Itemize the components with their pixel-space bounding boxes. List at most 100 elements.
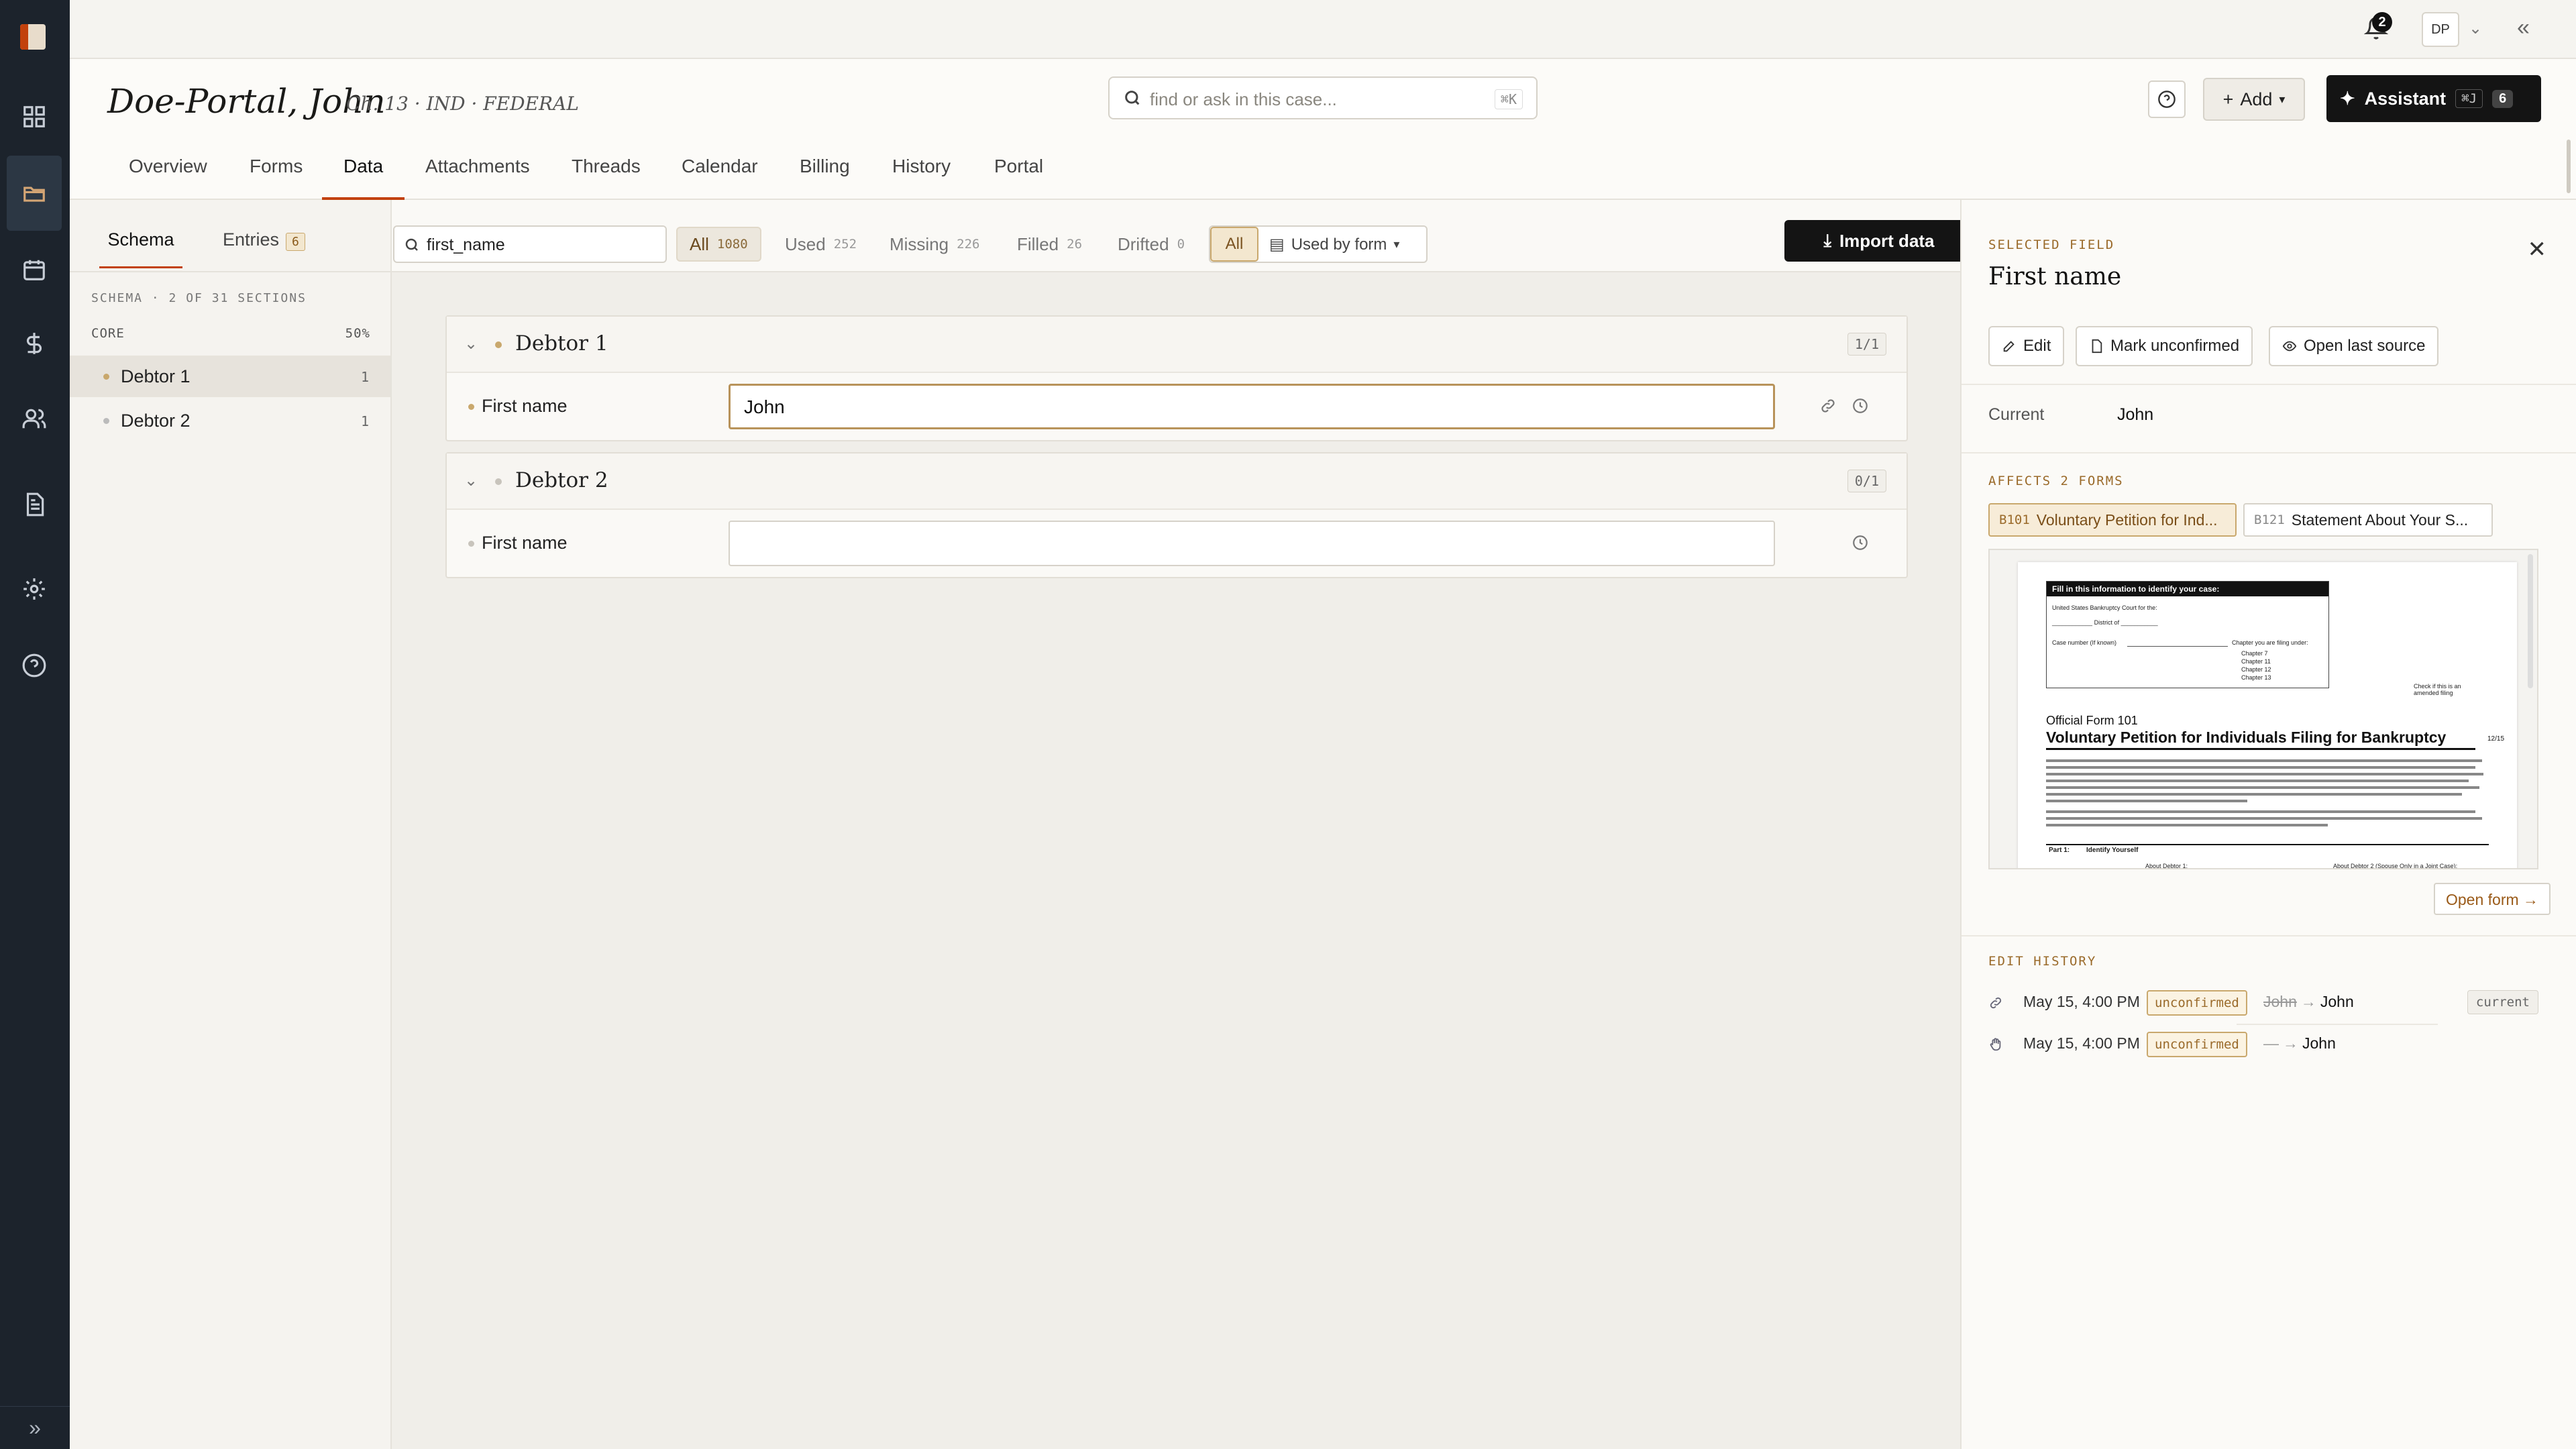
chevron-down-icon[interactable]: ⌄ — [464, 471, 478, 490]
scope-by-form-button[interactable]: ▤ Used by form ▾ — [1269, 235, 1399, 254]
section-item-debtor-2[interactable]: Debtor 2 1 — [70, 400, 390, 441]
preview-scrollbar[interactable] — [2528, 554, 2533, 688]
section-card-debtor-1: ⌄ Debtor 1 1/1 First name John — [445, 315, 1908, 441]
history-new-value: John — [2320, 993, 2354, 1010]
tab-portal[interactable]: Portal — [994, 156, 1043, 200]
history-status-badge: unconfirmed — [2147, 990, 2247, 1016]
case-title: Doe-Portal, John — [107, 82, 386, 121]
filter-chip-missing[interactable]: Missing 226 — [877, 227, 991, 262]
field-value-input[interactable] — [729, 521, 1775, 566]
sparkle-icon: ✦ — [2340, 88, 2355, 109]
status-dot — [495, 341, 502, 348]
text-line — [2046, 817, 2482, 820]
preview-chapter-12: Chapter 12 — [2241, 666, 2271, 673]
subtab-entries[interactable]: Entries 6 — [223, 229, 305, 251]
chip-count: 1080 — [716, 237, 748, 252]
cases-folder-icon[interactable] — [7, 156, 62, 231]
scope-all-button[interactable]: All — [1210, 227, 1258, 262]
section-item-debtor-1[interactable]: Debtor 1 1 — [70, 356, 390, 397]
selected-field-caption: SELECTED FIELD — [1988, 237, 2115, 252]
help-button[interactable] — [2148, 80, 2186, 118]
tab-threads[interactable]: Threads — [572, 156, 641, 200]
user-avatar[interactable]: DP — [2422, 12, 2459, 47]
schema-caption: SCHEMA · 2 OF 31 SECTIONS — [91, 291, 307, 305]
chip-count: 0 — [1177, 237, 1185, 252]
preview-col-2: About Debtor 2 (Spouse Only in a Joint C… — [2333, 863, 2458, 869]
preview-box-header: Fill in this information to identify you… — [2047, 582, 2328, 596]
field-search[interactable] — [393, 225, 667, 263]
form-code: B121 — [2254, 513, 2285, 527]
rule — [2127, 646, 2228, 647]
page-scrollbar[interactable] — [2567, 140, 2571, 193]
mark-unconfirmed-label: Mark unconfirmed — [2110, 337, 2240, 355]
case-info-box: Fill in this information to identify you… — [2046, 581, 2329, 688]
chevron-down-icon[interactable]: ⌄ — [464, 334, 478, 354]
text-line — [2046, 759, 2482, 762]
tab-overview[interactable]: Overview — [129, 156, 207, 200]
form-preview[interactable]: Fill in this information to identify you… — [1988, 549, 2538, 869]
filter-chip-filled[interactable]: Filled 26 — [1005, 227, 1094, 262]
field-row: First name — [447, 510, 1907, 577]
link-icon[interactable] — [1819, 397, 1838, 416]
edit-label: Edit — [2023, 337, 2051, 355]
edit-button[interactable]: Edit — [1988, 326, 2065, 366]
mark-unconfirmed-button[interactable]: Mark unconfirmed — [2076, 326, 2253, 366]
tab-data[interactable]: Data — [322, 156, 405, 200]
settings-gear-icon[interactable] — [7, 551, 62, 627]
chip-label: Used — [785, 233, 826, 254]
card-header[interactable]: ⌄ Debtor 2 0/1 — [447, 453, 1907, 510]
core-group[interactable]: CORE 50% — [91, 326, 370, 347]
add-label: Add — [2240, 89, 2273, 109]
open-last-source-button[interactable]: Open last source — [2269, 326, 2439, 366]
plus-icon: + — [2222, 89, 2234, 109]
divider — [1962, 384, 2576, 385]
field-value-input[interactable]: John — [729, 384, 1775, 429]
subtab-schema[interactable]: Schema — [99, 229, 182, 268]
filter-chip-drifted[interactable]: Drifted 0 — [1106, 227, 1197, 262]
chip-label: Drifted — [1118, 233, 1169, 254]
dashboard-icon[interactable] — [7, 79, 62, 154]
hand-icon — [1988, 1036, 2004, 1052]
form-chip-b121[interactable]: B121 Statement About Your S... — [2243, 503, 2493, 537]
preview-form-title: Voluntary Petition for Individuals Filin… — [2046, 729, 2475, 750]
caret-icon: ▾ — [2279, 92, 2286, 106]
add-button[interactable]: + Add ▾ — [2203, 78, 2305, 121]
history-new-value: John — [2302, 1034, 2336, 1052]
filter-chip-all[interactable]: All 1080 — [676, 227, 761, 262]
preview-chapter-13: Chapter 13 — [2241, 674, 2271, 681]
card-header[interactable]: ⌄ Debtor 1 1/1 — [447, 317, 1907, 373]
case-search-input[interactable] — [1150, 85, 1472, 114]
calendar-icon[interactable] — [7, 232, 62, 307]
divider — [1962, 452, 2576, 453]
filter-chip-used[interactable]: Used 252 — [773, 227, 869, 262]
app-logo[interactable] — [20, 24, 46, 50]
history-row: May 15, 4:00 PM unconfirmed John → John cu… — [1988, 986, 2538, 1020]
history-clock-icon[interactable] — [1851, 397, 1870, 416]
tab-billing[interactable]: Billing — [800, 156, 850, 200]
close-icon[interactable]: ✕ — [2528, 236, 2547, 263]
form-chip-b101[interactable]: B101 Voluntary Petition for Ind... — [1988, 503, 2237, 537]
help-icon[interactable] — [7, 628, 62, 703]
tab-calendar[interactable]: Calendar — [682, 156, 758, 200]
contacts-icon[interactable] — [7, 381, 62, 456]
collapse-panel-icon[interactable]: « — [2517, 15, 2530, 41]
tab-forms[interactable]: Forms — [250, 156, 303, 200]
open-last-source-label: Open last source — [2304, 337, 2426, 355]
preview-part-title: Identify Yourself — [2086, 847, 2139, 854]
open-form-button[interactable]: Open form → — [2434, 883, 2551, 915]
preview-form-number: Official Form 101 — [2046, 714, 2138, 727]
field-label: First name — [482, 533, 568, 553]
field-search-input[interactable] — [427, 232, 655, 258]
import-data-button[interactable]: ⤓ Import data — [1784, 220, 1974, 262]
documents-icon[interactable] — [7, 467, 62, 542]
chevron-down-icon[interactable]: ⌄ — [2469, 19, 2482, 38]
form-name: Voluntary Petition for Ind... — [2036, 511, 2218, 529]
case-search[interactable]: ⌘K — [1108, 76, 1538, 119]
expand-rail-icon[interactable]: » — [0, 1406, 70, 1449]
tab-attachments[interactable]: Attachments — [425, 156, 530, 200]
billing-dollar-icon[interactable] — [7, 306, 62, 381]
history-clock-icon[interactable] — [1851, 534, 1870, 553]
assistant-button[interactable]: ✦ Assistant ⌘J 6 — [2326, 75, 2541, 122]
tab-history[interactable]: History — [892, 156, 951, 200]
history-old-value: — — [2263, 1034, 2279, 1052]
